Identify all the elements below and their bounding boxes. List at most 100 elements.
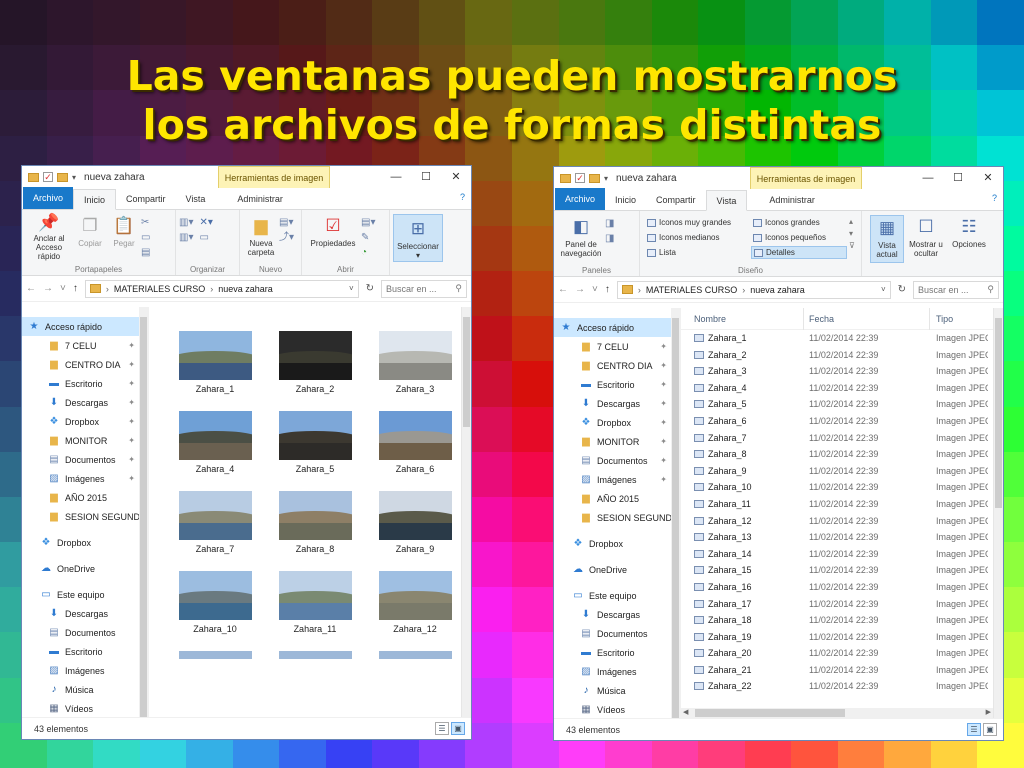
layout-very-large-icons[interactable]: Iconos muy grandes bbox=[645, 216, 747, 229]
pin-icon[interactable]: ✦ bbox=[128, 417, 135, 426]
properties-check-icon[interactable]: ✓ bbox=[575, 173, 585, 183]
nav-item-pc[interactable]: ⬇ Descargas bbox=[22, 604, 148, 623]
up-arrow-icon[interactable]: ↑ bbox=[73, 283, 78, 294]
forward-arrow-icon[interactable]: → bbox=[43, 283, 53, 294]
nav-onedrive[interactable]: ☁ OneDrive bbox=[554, 560, 680, 579]
minimize-button[interactable]: — bbox=[381, 166, 411, 188]
details-view-icon[interactable]: ☰ bbox=[967, 723, 981, 736]
tab-inicio[interactable]: Inicio bbox=[73, 189, 117, 210]
tab-archivo[interactable]: Archivo bbox=[23, 187, 74, 209]
pin-icon[interactable]: ✦ bbox=[128, 455, 135, 464]
easy-access-icon[interactable]: ⤴▾ bbox=[279, 232, 294, 244]
nav-item-pc[interactable]: ▨ Imágenes bbox=[554, 662, 680, 681]
nav-item-pinned[interactable]: ❖ Dropbox ✦ bbox=[554, 413, 680, 432]
table-row[interactable]: Zahara_9 11/02/2014 22:39 Imagen JPEG bbox=[681, 463, 1003, 480]
nav-item-pinned[interactable]: ▆ MONITOR ✦ bbox=[554, 432, 680, 451]
pin-icon[interactable]: ✦ bbox=[660, 475, 667, 484]
nav-item-pc[interactable]: ▬ Escritorio bbox=[22, 642, 148, 661]
breadcrumb-materiales-curso[interactable]: MATERIALES CURSO bbox=[646, 285, 737, 295]
column-header-name[interactable]: Nombre bbox=[694, 308, 802, 330]
scroll-right-icon[interactable]: ▶ bbox=[986, 708, 991, 718]
thumbnail-item[interactable]: Zahara_4 bbox=[165, 411, 265, 474]
breadcrumb-chevron-icon[interactable]: › bbox=[106, 284, 109, 294]
nav-quick-access[interactable]: ★ Acceso rápido bbox=[22, 317, 148, 336]
pin-icon[interactable]: ✦ bbox=[660, 456, 667, 465]
thumbnail-item[interactable]: Zahara_9 bbox=[365, 491, 465, 554]
table-row[interactable]: Zahara_7 11/02/2014 22:39 Imagen JPEG bbox=[681, 430, 1003, 447]
table-row[interactable]: Zahara_2 11/02/2014 22:39 Imagen JPEG bbox=[681, 347, 1003, 364]
thumbnail-item[interactable]: Zahara_1 bbox=[165, 331, 265, 394]
delete-icon[interactable]: ✕▾ bbox=[199, 217, 212, 229]
nav-item-pinned[interactable]: ▬ Escritorio ✦ bbox=[554, 375, 680, 394]
nav-item-pc[interactable]: ▦ Vídeos bbox=[554, 700, 680, 718]
table-row[interactable]: Zahara_19 11/02/2014 22:39 Imagen JPEG bbox=[681, 629, 1003, 646]
nav-item-pinned[interactable]: ▆ MONITOR ✦ bbox=[22, 431, 148, 450]
nav-onedrive[interactable]: ☁ OneDrive bbox=[22, 559, 148, 578]
table-row[interactable]: Zahara_18 11/02/2014 22:39 Imagen JPEG bbox=[681, 612, 1003, 629]
help-icon[interactable]: ? bbox=[992, 193, 997, 203]
table-row[interactable]: Zahara_22 11/02/2014 22:39 Imagen JPEG bbox=[681, 678, 1003, 695]
help-icon[interactable]: ? bbox=[460, 192, 465, 202]
open-icon[interactable]: ▤▾ bbox=[361, 217, 375, 229]
tab-compartir[interactable]: Compartir bbox=[646, 190, 706, 210]
nav-item-pinned[interactable]: ▬ Escritorio ✦ bbox=[22, 374, 148, 393]
copy-path-icon[interactable]: ▭ bbox=[141, 232, 150, 244]
nav-item-pc[interactable]: ▨ Imágenes bbox=[22, 661, 148, 680]
table-row[interactable]: Zahara_21 11/02/2014 22:39 Imagen JPEG bbox=[681, 662, 1003, 679]
thumbnail-item-partial[interactable] bbox=[365, 651, 465, 663]
pin-quick-access-button[interactable]: 📌 Anclar al Acceso rápido bbox=[25, 214, 73, 261]
pin-icon[interactable]: ✦ bbox=[128, 341, 135, 350]
tab-vista[interactable]: Vista bbox=[176, 189, 216, 209]
address-dropdown-icon[interactable]: ˅ bbox=[881, 285, 886, 294]
edit-icon[interactable]: ✎ bbox=[361, 232, 375, 244]
column-divider[interactable] bbox=[929, 308, 930, 330]
thumbnail-view-icon[interactable]: ▣ bbox=[451, 722, 465, 735]
layout-scroll-up-icon[interactable]: ▴ bbox=[849, 217, 855, 226]
pin-icon[interactable]: ✦ bbox=[660, 380, 667, 389]
layout-list[interactable]: Lista bbox=[645, 246, 747, 259]
preview-pane-icon[interactable]: ◨ bbox=[605, 218, 614, 230]
new-folder-icon[interactable] bbox=[589, 173, 600, 183]
pin-icon[interactable]: ✦ bbox=[660, 361, 667, 370]
thumbnail-item[interactable]: Zahara_8 bbox=[265, 491, 365, 554]
up-arrow-icon[interactable]: ↑ bbox=[605, 284, 610, 295]
column-header-date[interactable]: Fecha bbox=[809, 308, 927, 330]
nav-this-pc[interactable]: ▭ Este equipo bbox=[22, 585, 148, 604]
table-row[interactable]: Zahara_13 11/02/2014 22:39 Imagen JPEG bbox=[681, 529, 1003, 546]
nav-item-pc[interactable]: ▬ Escritorio bbox=[554, 643, 680, 662]
tab-administrar[interactable]: Administrar bbox=[227, 189, 293, 209]
minimize-button[interactable]: — bbox=[913, 167, 943, 189]
nav-item-pinned[interactable]: ▆ AÑO 2015 bbox=[554, 489, 680, 508]
properties-check-icon[interactable]: ✓ bbox=[43, 172, 53, 182]
pin-icon[interactable]: ✦ bbox=[660, 418, 667, 427]
nav-item-pinned[interactable]: ▆ 7 CELU ✦ bbox=[554, 337, 680, 356]
tab-inicio[interactable]: Inicio bbox=[605, 190, 646, 210]
nav-dropbox[interactable]: ❖ Dropbox bbox=[554, 534, 680, 553]
nav-item-pinned[interactable]: ▆ 7 CELU ✦ bbox=[22, 336, 148, 355]
nav-item-pinned[interactable]: ▆ CENTRO DIA ✦ bbox=[554, 356, 680, 375]
options-button[interactable]: ☷ Opciones bbox=[948, 215, 990, 262]
content-scrollbar-thumb[interactable] bbox=[995, 318, 1002, 508]
thumbnail-item[interactable]: Zahara_12 bbox=[365, 571, 465, 634]
pin-icon[interactable]: ✦ bbox=[128, 360, 135, 369]
nav-quick-access[interactable]: ★ Acceso rápido bbox=[554, 318, 680, 337]
breadcrumb-chevron-icon[interactable]: › bbox=[210, 284, 213, 294]
customize-toolbar-arrow-icon[interactable]: ▾ bbox=[604, 174, 608, 183]
table-row[interactable]: Zahara_10 11/02/2014 22:39 Imagen JPEG bbox=[681, 479, 1003, 496]
breadcrumb-chevron-icon[interactable]: › bbox=[638, 285, 641, 295]
pin-icon[interactable]: ✦ bbox=[660, 437, 667, 446]
content-scrollbar[interactable] bbox=[993, 308, 1003, 718]
layout-small-icons[interactable]: Iconos pequeños bbox=[751, 231, 847, 244]
column-header-type[interactable]: Tipo bbox=[936, 308, 996, 330]
nav-scrollbar[interactable] bbox=[671, 308, 680, 718]
table-row[interactable]: Zahara_16 11/02/2014 22:39 Imagen JPEG bbox=[681, 579, 1003, 596]
nav-item-pc[interactable]: ⬇ Descargas bbox=[554, 605, 680, 624]
maximize-button[interactable]: ☐ bbox=[411, 166, 441, 188]
layout-details[interactable]: Detalles bbox=[751, 246, 847, 259]
customize-toolbar-arrow-icon[interactable]: ▾ bbox=[72, 173, 76, 182]
new-folder-button[interactable]: ▆ Nueva carpeta bbox=[243, 214, 279, 261]
move-to-icon[interactable]: ▥▾ bbox=[179, 217, 193, 229]
thumbnail-view-icon[interactable]: ▣ bbox=[983, 723, 997, 736]
thumbnail-item[interactable]: Zahara_3 bbox=[365, 331, 465, 394]
column-divider[interactable] bbox=[803, 308, 804, 330]
